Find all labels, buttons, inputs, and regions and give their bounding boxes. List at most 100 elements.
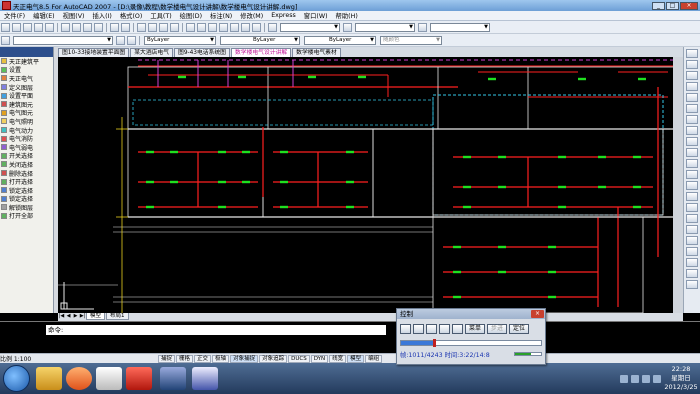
- move-icon[interactable]: [686, 104, 698, 113]
- menu-window[interactable]: 窗口(W): [300, 11, 332, 20]
- volume-slider[interactable]: [514, 352, 542, 356]
- menu-edit[interactable]: 编辑(E): [29, 11, 59, 20]
- status-toggle[interactable]: 栅格: [176, 354, 194, 363]
- tab-drawing-4[interactable]: 数学楼电气设计讲解: [230, 48, 292, 57]
- palette-item[interactable]: 关闭选择: [0, 160, 53, 169]
- design-center-icon[interactable]: [197, 22, 206, 32]
- hatch-icon[interactable]: [686, 258, 698, 267]
- pan-icon[interactable]: [137, 22, 146, 32]
- video-icon[interactable]: [160, 367, 186, 390]
- dim-style-combo[interactable]: ▼: [355, 22, 415, 32]
- menu-file[interactable]: 文件(F): [0, 11, 29, 20]
- chamfer-icon[interactable]: [686, 192, 698, 201]
- plotstyle-combo[interactable]: 随颜色 ▼: [380, 35, 442, 45]
- prev-frame-icon[interactable]: [400, 324, 411, 334]
- scale-icon[interactable]: [686, 126, 698, 135]
- maximize-button[interactable]: □: [666, 1, 679, 10]
- tool-palettes-icon[interactable]: [208, 22, 217, 32]
- tab-drawing-3[interactable]: 图9-43电话系统图: [174, 48, 230, 57]
- tab-first-icon[interactable]: |◀: [58, 313, 65, 320]
- word-icon[interactable]: [192, 367, 218, 390]
- palette-item[interactable]: 设置: [0, 66, 53, 74]
- command-input[interactable]: 命令:: [46, 325, 386, 335]
- line-icon[interactable]: [686, 225, 698, 234]
- save-icon[interactable]: [23, 22, 32, 32]
- stretch-icon[interactable]: [686, 137, 698, 146]
- media-player-icon[interactable]: [66, 367, 92, 390]
- status-toggle[interactable]: 对象追踪: [259, 354, 288, 363]
- palette-item[interactable]: 打开全部: [0, 212, 53, 220]
- tab-prev-icon[interactable]: ◀: [65, 313, 72, 320]
- cut-icon[interactable]: [61, 22, 70, 32]
- autocad-icon[interactable]: [126, 367, 152, 390]
- new-icon[interactable]: [1, 22, 10, 32]
- player-header[interactable]: 控制 ×: [397, 309, 545, 319]
- locate-button[interactable]: 定位: [509, 324, 530, 334]
- zoom-previous-icon[interactable]: [170, 22, 179, 32]
- player-close-button[interactable]: ×: [531, 310, 544, 318]
- palette-item[interactable]: 解锁图层: [0, 203, 53, 212]
- tab-next-icon[interactable]: ▶: [72, 313, 79, 320]
- command-line[interactable]: 命令:: [0, 321, 700, 353]
- palette-item[interactable]: 删除选择: [0, 169, 53, 178]
- status-toggle[interactable]: DUCS: [288, 354, 310, 363]
- palette-item[interactable]: 电气消防: [0, 134, 53, 143]
- menu-draw[interactable]: 绘图(D): [176, 11, 206, 20]
- lineweight-combo[interactable]: ByLayer ▼: [304, 35, 376, 45]
- palette-item[interactable]: 开关选择: [0, 152, 53, 160]
- status-toggle[interactable]: 编组: [365, 354, 383, 363]
- clock[interactable]: 22:28 星期日 2012/3/25: [664, 365, 698, 392]
- table-icon[interactable]: [686, 280, 698, 289]
- network-icon[interactable]: [642, 374, 650, 383]
- open-icon[interactable]: [12, 22, 21, 32]
- color-combo[interactable]: ByLayer ▼: [144, 35, 216, 45]
- status-toggle[interactable]: 模型: [347, 354, 365, 363]
- tab-drawing-1[interactable]: 图10-33接地装置平面图: [58, 48, 130, 57]
- status-toggle[interactable]: 对象捕捉: [230, 354, 259, 363]
- extend-icon[interactable]: [686, 159, 698, 168]
- polyline-icon[interactable]: [686, 236, 698, 245]
- app-icon[interactable]: [2, 1, 11, 10]
- match-properties-icon[interactable]: [94, 22, 103, 32]
- step-button[interactable]: 步进: [487, 324, 508, 334]
- zoom-realtime-icon[interactable]: [148, 22, 157, 32]
- pause-icon[interactable]: [413, 324, 424, 334]
- text-style-combo[interactable]: ▼: [280, 22, 340, 32]
- menu-express[interactable]: Express: [267, 12, 300, 19]
- join-icon[interactable]: [686, 181, 698, 190]
- menu-view[interactable]: 视图(V): [59, 11, 89, 20]
- help-icon[interactable]: [252, 22, 261, 32]
- palette-item[interactable]: 天正电气: [0, 74, 53, 83]
- menu-insert[interactable]: 插入(I): [88, 11, 115, 20]
- layer-manager-icon[interactable]: [1, 35, 10, 45]
- menu-button[interactable]: 菜单: [465, 324, 486, 334]
- table-style-combo[interactable]: ▼: [430, 22, 490, 32]
- preview-icon[interactable]: [45, 22, 54, 32]
- menu-help[interactable]: 帮助(H): [332, 11, 362, 20]
- scale-label[interactable]: 比例 1:100: [0, 354, 50, 363]
- tab-layout1[interactable]: 布局1: [106, 313, 129, 320]
- zoom-window-icon[interactable]: [159, 22, 168, 32]
- status-toggle[interactable]: 捕捉: [158, 354, 176, 363]
- copy-object-icon[interactable]: [686, 60, 698, 69]
- palette-item[interactable]: 设置平面: [0, 91, 53, 100]
- break-icon[interactable]: [686, 170, 698, 179]
- tray-app-icon[interactable]: [631, 374, 639, 383]
- fullscreen-icon[interactable]: [439, 324, 450, 334]
- print-icon[interactable]: [34, 22, 43, 32]
- erase-icon[interactable]: [686, 49, 698, 58]
- palette-item[interactable]: 天正建筑平: [0, 57, 53, 66]
- start-button[interactable]: [3, 365, 30, 392]
- palette-item[interactable]: 电气动力: [0, 126, 53, 135]
- array-icon[interactable]: [686, 93, 698, 102]
- progress-track[interactable]: [400, 339, 542, 347]
- palette-item[interactable]: 电气照明: [0, 117, 53, 126]
- explode-icon[interactable]: [686, 214, 698, 223]
- close-button[interactable]: ×: [680, 1, 698, 10]
- text-icon[interactable]: [686, 269, 698, 278]
- menu-format[interactable]: 格式(O): [116, 11, 146, 20]
- palette-item[interactable]: 定义图层: [0, 83, 53, 92]
- palette-item[interactable]: 电气图元: [0, 109, 53, 117]
- rotate-icon[interactable]: [686, 115, 698, 124]
- palette-item[interactable]: 锁定选择: [0, 186, 53, 195]
